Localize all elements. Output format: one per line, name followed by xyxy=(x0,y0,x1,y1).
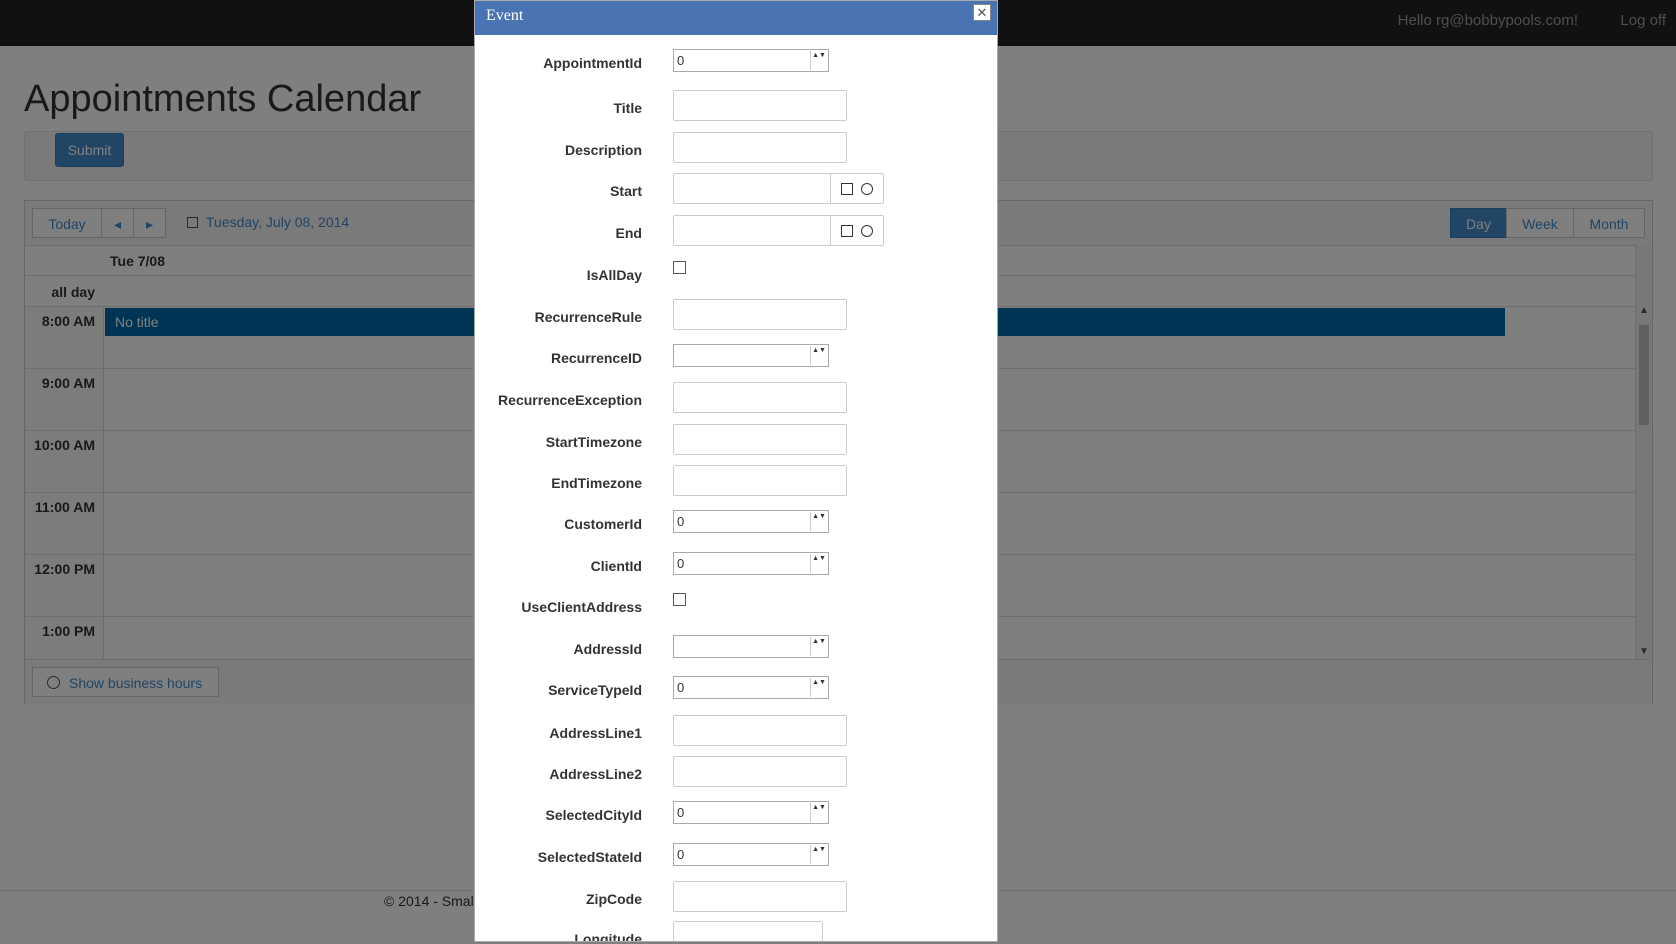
field-use-client-address: UseClientAddress xyxy=(475,589,997,625)
address-id-input[interactable]: ▲▼ xyxy=(673,635,829,658)
field-label: Start xyxy=(610,183,642,199)
field-selected-state-id: SelectedStateId 0 ▲▼ xyxy=(475,839,997,875)
zip-code-input[interactable] xyxy=(673,881,847,912)
spinner-arrows-icon[interactable]: ▲▼ xyxy=(810,51,827,70)
field-label: AppointmentId xyxy=(543,55,642,71)
field-label: End xyxy=(615,225,642,241)
field-recurrence-id: RecurrenceID ▲▼ xyxy=(475,340,997,376)
input-value: 0 xyxy=(677,805,685,820)
field-recurrence-exception: RecurrenceException xyxy=(475,382,997,418)
field-recurrence-rule: RecurrenceRule xyxy=(475,299,997,335)
start-datetime-input[interactable] xyxy=(673,173,884,204)
input-value: 0 xyxy=(677,847,685,862)
event-dialog: Event ✕ AppointmentId 0 ▲▼ Title Descript… xyxy=(474,0,998,942)
field-label: CustomerId xyxy=(564,516,642,532)
client-id-input[interactable]: 0 ▲▼ xyxy=(673,552,829,575)
field-label: UseClientAddress xyxy=(521,599,642,615)
longitude-input[interactable] xyxy=(673,921,823,941)
recurrence-rule-input[interactable] xyxy=(673,299,847,330)
field-label: AddressId xyxy=(573,641,642,657)
field-service-type-id: ServiceTypeId 0 ▲▼ xyxy=(475,672,997,708)
field-label: RecurrenceRule xyxy=(534,309,642,325)
spinner-arrows-icon[interactable]: ▲▼ xyxy=(810,637,827,656)
dialog-title: Event xyxy=(486,7,524,24)
appointment-id-input[interactable]: 0 ▲▼ xyxy=(673,49,829,72)
field-longitude: Longitude xyxy=(475,921,997,942)
field-start: Start xyxy=(475,173,997,209)
field-label: AddressLine2 xyxy=(549,766,642,782)
field-address-line2: AddressLine2 xyxy=(475,756,997,792)
field-label: StartTimezone xyxy=(545,434,642,450)
field-end-timezone: EndTimezone xyxy=(475,465,997,501)
service-type-id-input[interactable]: 0 ▲▼ xyxy=(673,676,829,699)
clock-icon[interactable] xyxy=(861,183,873,195)
field-end: End xyxy=(475,215,997,251)
divider xyxy=(830,174,831,203)
field-label: SelectedStateId xyxy=(537,849,642,865)
field-label: ZipCode xyxy=(586,891,642,907)
input-value: 0 xyxy=(677,53,685,68)
divider xyxy=(830,216,831,245)
input-value: 0 xyxy=(677,556,685,571)
is-all-day-checkbox[interactable] xyxy=(673,261,686,274)
field-label: AddressLine1 xyxy=(549,725,642,741)
spinner-arrows-icon[interactable]: ▲▼ xyxy=(810,678,827,697)
field-description: Description xyxy=(475,132,997,168)
start-timezone-input[interactable] xyxy=(673,424,847,455)
recurrence-id-input[interactable]: ▲▼ xyxy=(673,344,829,367)
clock-icon[interactable] xyxy=(861,225,873,237)
end-datetime-input[interactable] xyxy=(673,215,884,246)
field-label: Title xyxy=(613,100,642,116)
address-line1-input[interactable] xyxy=(673,715,847,746)
spinner-arrows-icon[interactable]: ▲▼ xyxy=(810,845,827,864)
field-appointment-id: AppointmentId 0 ▲▼ xyxy=(475,45,997,81)
field-label: EndTimezone xyxy=(551,475,642,491)
address-line2-input[interactable] xyxy=(673,756,847,787)
field-start-timezone: StartTimezone xyxy=(475,424,997,460)
field-label: RecurrenceException xyxy=(498,392,642,408)
field-label: SelectedCityId xyxy=(545,807,642,823)
selected-city-id-input[interactable]: 0 ▲▼ xyxy=(673,801,829,824)
field-label: Description xyxy=(564,142,642,158)
field-label: Longitude xyxy=(574,931,642,942)
close-icon[interactable]: ✕ xyxy=(973,4,991,21)
field-address-id: AddressId ▲▼ xyxy=(475,631,997,667)
customer-id-input[interactable]: 0 ▲▼ xyxy=(673,510,829,533)
field-label: RecurrenceID xyxy=(550,350,642,366)
field-customer-id: CustomerId 0 ▲▼ xyxy=(475,506,997,542)
field-zip-code: ZipCode xyxy=(475,881,997,917)
spinner-arrows-icon[interactable]: ▲▼ xyxy=(810,512,827,531)
field-selected-city-id: SelectedCityId 0 ▲▼ xyxy=(475,797,997,833)
recurrence-exception-input[interactable] xyxy=(673,382,847,413)
field-is-all-day: IsAllDay xyxy=(475,257,997,293)
calendar-icon[interactable] xyxy=(841,183,853,195)
field-label: IsAllDay xyxy=(586,267,642,283)
field-label: ServiceTypeId xyxy=(548,682,642,698)
calendar-icon[interactable] xyxy=(841,225,853,237)
input-value: 0 xyxy=(677,514,685,529)
selected-state-id-input[interactable]: 0 ▲▼ xyxy=(673,843,829,866)
end-timezone-input[interactable] xyxy=(673,465,847,496)
field-label: ClientId xyxy=(590,558,642,574)
spinner-arrows-icon[interactable]: ▲▼ xyxy=(810,554,827,573)
field-client-id: ClientId 0 ▲▼ xyxy=(475,548,997,584)
title-input[interactable] xyxy=(673,90,847,121)
description-input[interactable] xyxy=(673,132,847,163)
input-value: 0 xyxy=(677,680,685,695)
spinner-arrows-icon[interactable]: ▲▼ xyxy=(810,346,827,365)
field-address-line1: AddressLine1 xyxy=(475,715,997,751)
use-client-address-checkbox[interactable] xyxy=(673,593,686,606)
spinner-arrows-icon[interactable]: ▲▼ xyxy=(810,803,827,822)
field-title: Title xyxy=(475,90,997,126)
dialog-title-bar: Event xyxy=(475,1,997,35)
